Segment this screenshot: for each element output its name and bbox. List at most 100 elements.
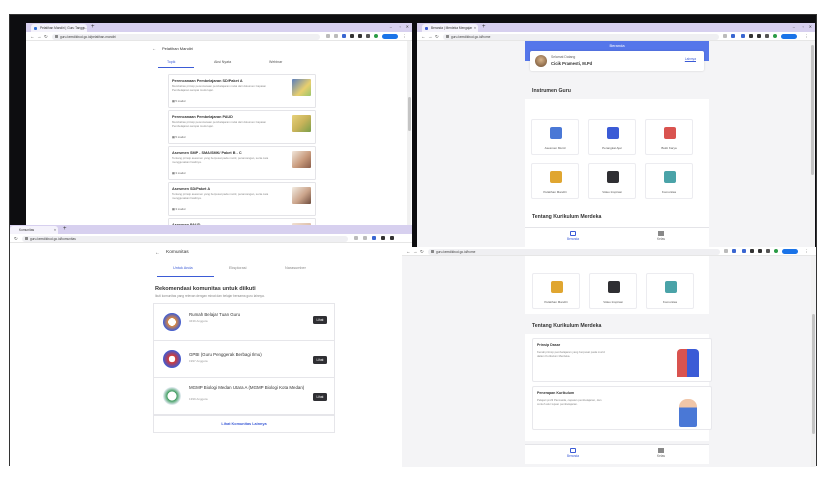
tool-tile-video-inspirasi[interactable]: Video Inspirasi bbox=[589, 273, 637, 309]
extension-icon[interactable] bbox=[766, 249, 770, 253]
extension-icon[interactable] bbox=[757, 34, 761, 38]
extension-icon[interactable] bbox=[750, 249, 754, 253]
maximize-icon[interactable]: ▫ bbox=[400, 23, 401, 31]
star-icon[interactable] bbox=[363, 236, 367, 240]
reload-icon[interactable]: ↻ bbox=[420, 247, 424, 256]
profile-avatar-icon[interactable] bbox=[773, 34, 777, 38]
menu-icon[interactable]: ⋮ bbox=[804, 32, 809, 41]
new-tab-button[interactable]: + bbox=[63, 225, 67, 233]
more-link[interactable]: Lainnya bbox=[685, 57, 696, 61]
extension-icon[interactable] bbox=[765, 34, 769, 38]
reload-icon[interactable]: ↻ bbox=[14, 234, 18, 243]
tab-eksplorasi[interactable]: Eksplorasi bbox=[229, 266, 247, 270]
extension-icon[interactable] bbox=[372, 236, 376, 240]
url-field[interactable]: guru.kemdikbud.go.id/komunitas bbox=[22, 235, 348, 242]
scrollbar-thumb[interactable] bbox=[810, 45, 814, 175]
tab-aksi-nyata[interactable]: Aksi Nyata bbox=[214, 60, 231, 64]
update-button[interactable] bbox=[781, 34, 797, 39]
community-card[interactable]: Rumah Belajar Tuan Guru 3439 Anggota Lih… bbox=[153, 303, 335, 341]
new-tab-button[interactable]: + bbox=[482, 23, 486, 31]
profile-avatar-icon[interactable] bbox=[774, 249, 778, 253]
module-card[interactable]: Asesmen SD/Paket A Tentang prinsip asesm… bbox=[168, 182, 316, 216]
forward-icon[interactable]: → bbox=[428, 32, 433, 41]
scrollbar-thumb[interactable] bbox=[407, 97, 411, 131]
forward-icon[interactable]: → bbox=[413, 247, 418, 256]
community-card[interactable]: GPBI (Guru Penggerak Berbagi Ilmu) 1997 … bbox=[153, 340, 335, 378]
menu-icon[interactable]: ⋮ bbox=[402, 32, 407, 41]
minimize-icon[interactable]: – bbox=[793, 23, 795, 31]
nav-beranda[interactable]: Beranda bbox=[553, 231, 593, 241]
scrollbar-thumb[interactable] bbox=[811, 314, 815, 434]
update-button[interactable] bbox=[382, 34, 398, 39]
maximize-icon[interactable]: ▫ bbox=[803, 23, 804, 31]
tool-tile-bukti-karya[interactable]: Bukti Karya bbox=[645, 119, 693, 155]
extension-icon[interactable] bbox=[366, 34, 370, 38]
tab-narasumber[interactable]: Narasumber bbox=[285, 266, 306, 270]
view-community-button[interactable]: Lihat bbox=[313, 356, 327, 364]
tool-tile-asesmen-murid[interactable]: Asesmen Murid bbox=[531, 119, 579, 155]
browser-tab[interactable]: Beranda | Merdeka Mengajar × bbox=[422, 24, 478, 32]
module-card[interactable]: Asesmen SMP - SMA/SMK/ Paket B - C Tenta… bbox=[168, 146, 316, 180]
close-window-icon[interactable]: ✕ bbox=[809, 23, 812, 31]
extension-icon[interactable] bbox=[350, 34, 354, 38]
extension-icon[interactable] bbox=[742, 249, 746, 253]
browser-tab[interactable]: Komunitas × bbox=[10, 226, 58, 234]
reload-icon[interactable]: ↻ bbox=[44, 32, 48, 41]
tab-close-icon[interactable]: × bbox=[54, 226, 56, 234]
tab-untuk-anda[interactable]: Untuk Anda bbox=[173, 266, 193, 270]
community-card[interactable]: MGMP Biologi Medan Utara A (MGMP Biologi… bbox=[153, 377, 335, 415]
tool-tile-pelatihan-mandiri[interactable]: Pelatihan Mandiri bbox=[531, 163, 579, 199]
extension-icon[interactable] bbox=[342, 34, 346, 38]
tool-tile-komunitas[interactable]: Komunitas bbox=[646, 273, 694, 309]
close-window-icon[interactable]: ✕ bbox=[406, 23, 409, 31]
share-icon[interactable] bbox=[724, 249, 728, 253]
browser-tab[interactable]: Pelatihan Mandiri | Guru Tangg... × bbox=[31, 24, 87, 32]
share-icon[interactable] bbox=[354, 236, 358, 240]
star-icon[interactable] bbox=[334, 34, 338, 38]
reload-icon[interactable]: ↻ bbox=[435, 32, 439, 41]
minimize-icon[interactable]: – bbox=[390, 23, 392, 31]
star-icon[interactable] bbox=[731, 34, 735, 38]
extension-icon[interactable] bbox=[741, 34, 745, 38]
tool-tile-perangkat-ajar[interactable]: Perangkat Ajar bbox=[588, 119, 636, 155]
back-arrow-icon[interactable]: ← bbox=[152, 46, 156, 51]
new-tab-button[interactable]: + bbox=[91, 23, 95, 31]
extension-icon[interactable] bbox=[358, 34, 362, 38]
forward-icon[interactable]: → bbox=[37, 32, 42, 41]
back-icon[interactable]: ← bbox=[406, 247, 411, 256]
tab-close-icon[interactable]: × bbox=[474, 24, 476, 32]
nav-beranda[interactable]: Beranda bbox=[553, 448, 593, 458]
url-field[interactable]: guru.kemdikbud.go.id/home bbox=[428, 248, 720, 255]
profile-avatar-icon[interactable] bbox=[374, 34, 378, 38]
share-icon[interactable] bbox=[723, 34, 727, 38]
extension-icon[interactable] bbox=[381, 236, 385, 240]
tool-tile-video-inspirasi[interactable]: Video Inspirasi bbox=[588, 163, 636, 199]
more-communities-link[interactable]: Lihat Komunitas Lainnya bbox=[153, 415, 335, 433]
share-icon[interactable] bbox=[326, 34, 330, 38]
scrollbar[interactable] bbox=[810, 41, 814, 249]
star-icon[interactable] bbox=[732, 249, 736, 253]
scrollbar[interactable] bbox=[407, 41, 411, 241]
update-button[interactable] bbox=[782, 249, 798, 254]
nav-kelas[interactable]: Kelas bbox=[641, 231, 681, 241]
scrollbar[interactable] bbox=[811, 256, 815, 467]
extension-icon[interactable] bbox=[758, 249, 762, 253]
tab-webinar[interactable]: Webinar bbox=[269, 60, 282, 64]
menu-icon[interactable]: ⋮ bbox=[804, 247, 809, 256]
tool-tile-komunitas[interactable]: Komunitas bbox=[645, 163, 693, 199]
tab-topik[interactable]: Topik bbox=[167, 60, 175, 64]
module-card[interactable]: Perencanaan Pembelajaran PAUD Membahas p… bbox=[168, 110, 316, 144]
view-community-button[interactable]: Lihat bbox=[313, 393, 327, 401]
extension-icon[interactable] bbox=[390, 236, 394, 240]
curriculum-card[interactable]: Penerapan Kurikulum Pelajari profil Panc… bbox=[532, 386, 712, 430]
tool-tile-pelatihan-mandiri[interactable]: Pelatihan Mandiri bbox=[532, 273, 580, 309]
back-icon[interactable]: ← bbox=[421, 32, 426, 41]
url-field[interactable]: guru.kemdikbud.go.id/home bbox=[443, 33, 719, 40]
extension-icon[interactable] bbox=[749, 34, 753, 38]
back-arrow-icon[interactable]: ← bbox=[155, 250, 160, 256]
tab-close-icon[interactable]: × bbox=[83, 24, 85, 32]
curriculum-card[interactable]: Prinsip Dasar Kenali prinsip pembelajara… bbox=[532, 338, 712, 382]
url-field[interactable]: guru.kemdikbud.go.id/pelatihan-mandiri bbox=[52, 33, 320, 40]
nav-kelas[interactable]: Kelas bbox=[641, 448, 681, 458]
module-card[interactable]: Perencanaan Pembelajaran SD/Paket A Memb… bbox=[168, 74, 316, 108]
